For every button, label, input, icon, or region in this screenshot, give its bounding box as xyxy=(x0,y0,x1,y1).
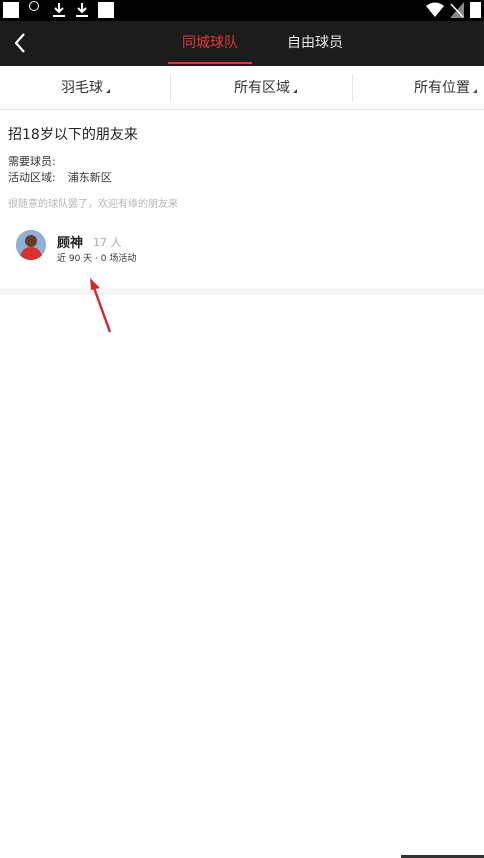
notification-square-icon xyxy=(98,2,114,18)
red-arrow-annotation-icon xyxy=(90,278,112,333)
back-button[interactable] xyxy=(6,28,34,58)
app-logo-icon xyxy=(25,1,43,19)
tab-free-players[interactable]: 自由球员 xyxy=(275,21,355,66)
download-icon xyxy=(76,3,88,17)
area-filter-label: 所有区域 xyxy=(234,80,290,96)
filter-bar: 羽毛球 所有区域 所有位置 xyxy=(0,66,484,110)
area-filter[interactable]: 所有区域 xyxy=(234,66,297,110)
tab-free-players-label: 自由球员 xyxy=(287,35,343,51)
download-icon xyxy=(53,3,65,17)
sport-filter[interactable]: 羽毛球 xyxy=(61,66,110,110)
recent-activity: 近 90 天 · 0 场活动 xyxy=(57,254,137,264)
activity-area-label: 活动区域: xyxy=(8,171,56,184)
needed-players-label: 需要球员: xyxy=(8,155,56,168)
filter-divider xyxy=(170,74,171,102)
captain-name: 顾神 xyxy=(57,236,84,251)
activity-area-value: 浦东新区 xyxy=(67,171,112,184)
filter-divider xyxy=(352,74,353,102)
status-bar xyxy=(0,0,484,21)
member-count: 17 人 xyxy=(93,236,122,249)
no-signal-icon xyxy=(450,2,464,18)
back-arrow-icon xyxy=(14,33,25,53)
wifi-icon xyxy=(426,2,444,17)
section-divider xyxy=(0,288,484,295)
dropdown-triangle-icon xyxy=(106,89,110,93)
app-header: 同城球队 自由球员 xyxy=(0,21,484,66)
tab-local-teams-label: 同城球队 xyxy=(182,35,238,51)
dropdown-triangle-icon xyxy=(473,89,477,93)
team-description: 很随意的球队罢了，欢迎有缘的朋友来 xyxy=(8,199,178,210)
battery-icon xyxy=(470,2,481,18)
notification-square-icon xyxy=(3,2,19,18)
avatar[interactable] xyxy=(16,230,46,260)
position-filter[interactable]: 所有位置 xyxy=(414,66,477,110)
activity-area-line: 活动区域: 浦东新区 xyxy=(8,169,112,185)
sport-filter-label: 羽毛球 xyxy=(61,80,103,96)
team-card[interactable]: 招18岁以下的朋友来 需要球员: 活动区域: 浦东新区 很随意的球队罢了，欢迎有缘… xyxy=(0,110,484,288)
position-filter-label: 所有位置 xyxy=(414,80,470,96)
team-title: 招18岁以下的朋友来 xyxy=(8,127,138,143)
active-tab-indicator xyxy=(168,62,252,64)
dropdown-triangle-icon xyxy=(293,89,297,93)
avatar-image xyxy=(16,230,46,260)
tab-local-teams[interactable]: 同城球队 xyxy=(168,21,252,66)
needed-players-line: 需要球员: xyxy=(8,153,56,169)
